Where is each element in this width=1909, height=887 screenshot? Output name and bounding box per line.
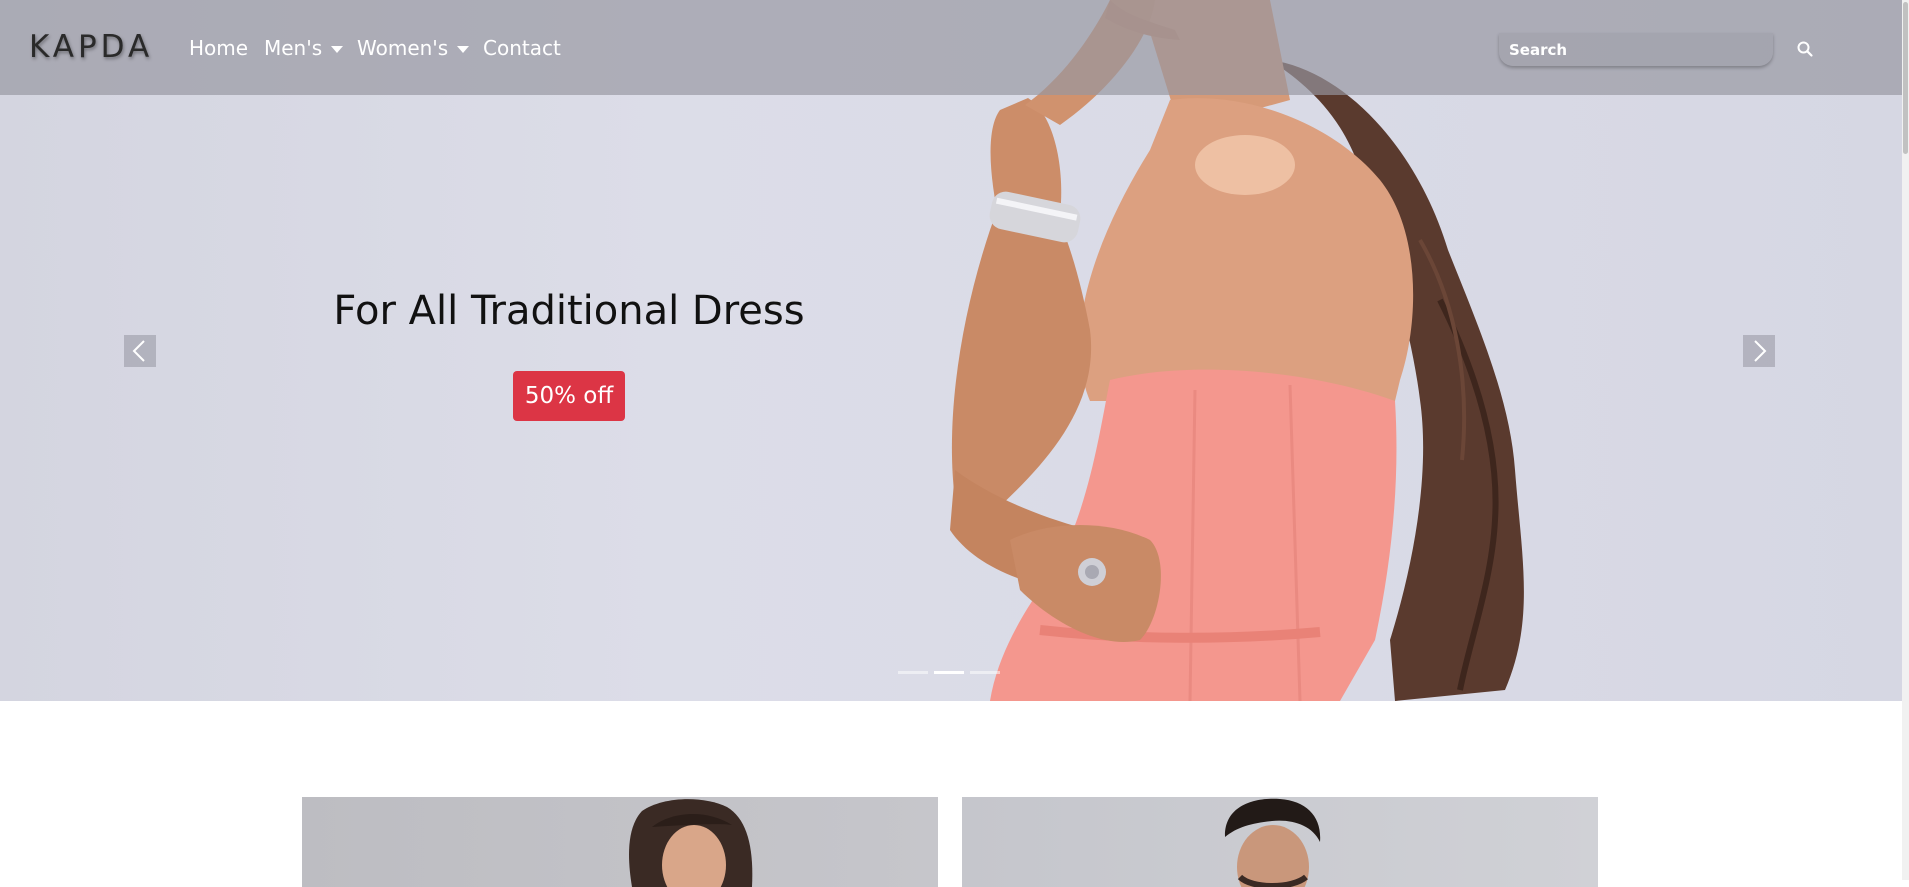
chevron-right-icon (1754, 340, 1767, 362)
carousel-next-button[interactable] (1743, 335, 1775, 367)
category-card-men[interactable] (962, 797, 1598, 887)
nav-mens-dropdown[interactable]: Men's (264, 36, 344, 60)
carousel-indicator-2[interactable] (934, 671, 964, 674)
scrollbar-thumb[interactable] (1903, 2, 1908, 154)
caret-down-icon (331, 46, 344, 53)
page-scrollbar[interactable] (1902, 0, 1909, 880)
hero-model-image (950, 0, 1524, 701)
men-model-image (1224, 798, 1321, 887)
women-model-image (629, 799, 753, 887)
hero-carousel: For All Traditional Dress 50% off (0, 0, 1902, 701)
navbar: KAPDA Home Men's Women's Contact (0, 0, 1902, 95)
carousel-prev-button[interactable] (124, 335, 156, 367)
nav-womens-dropdown[interactable]: Women's (357, 36, 470, 60)
chevron-left-icon (132, 340, 145, 362)
carousel-indicator-3[interactable] (970, 671, 1000, 674)
brand-logo[interactable]: KAPDA (29, 29, 153, 65)
nav-contact-label: Contact (483, 36, 561, 60)
search-input[interactable] (1499, 33, 1773, 66)
nav-mens-label: Men's (264, 36, 323, 60)
search-button[interactable] (1793, 37, 1817, 61)
search-icon (1797, 41, 1813, 57)
nav-contact[interactable]: Contact (483, 36, 561, 60)
category-card-women[interactable] (302, 797, 938, 887)
nav-home[interactable]: Home (189, 36, 248, 60)
nav-womens-label: Women's (357, 36, 449, 60)
nav-home-label: Home (189, 36, 249, 60)
hero-title: For All Traditional Dress (333, 288, 805, 334)
carousel-indicators (898, 671, 1000, 674)
carousel-indicator-1[interactable] (898, 671, 928, 674)
offer-badge[interactable]: 50% off (513, 371, 625, 421)
caret-down-icon (457, 46, 470, 53)
